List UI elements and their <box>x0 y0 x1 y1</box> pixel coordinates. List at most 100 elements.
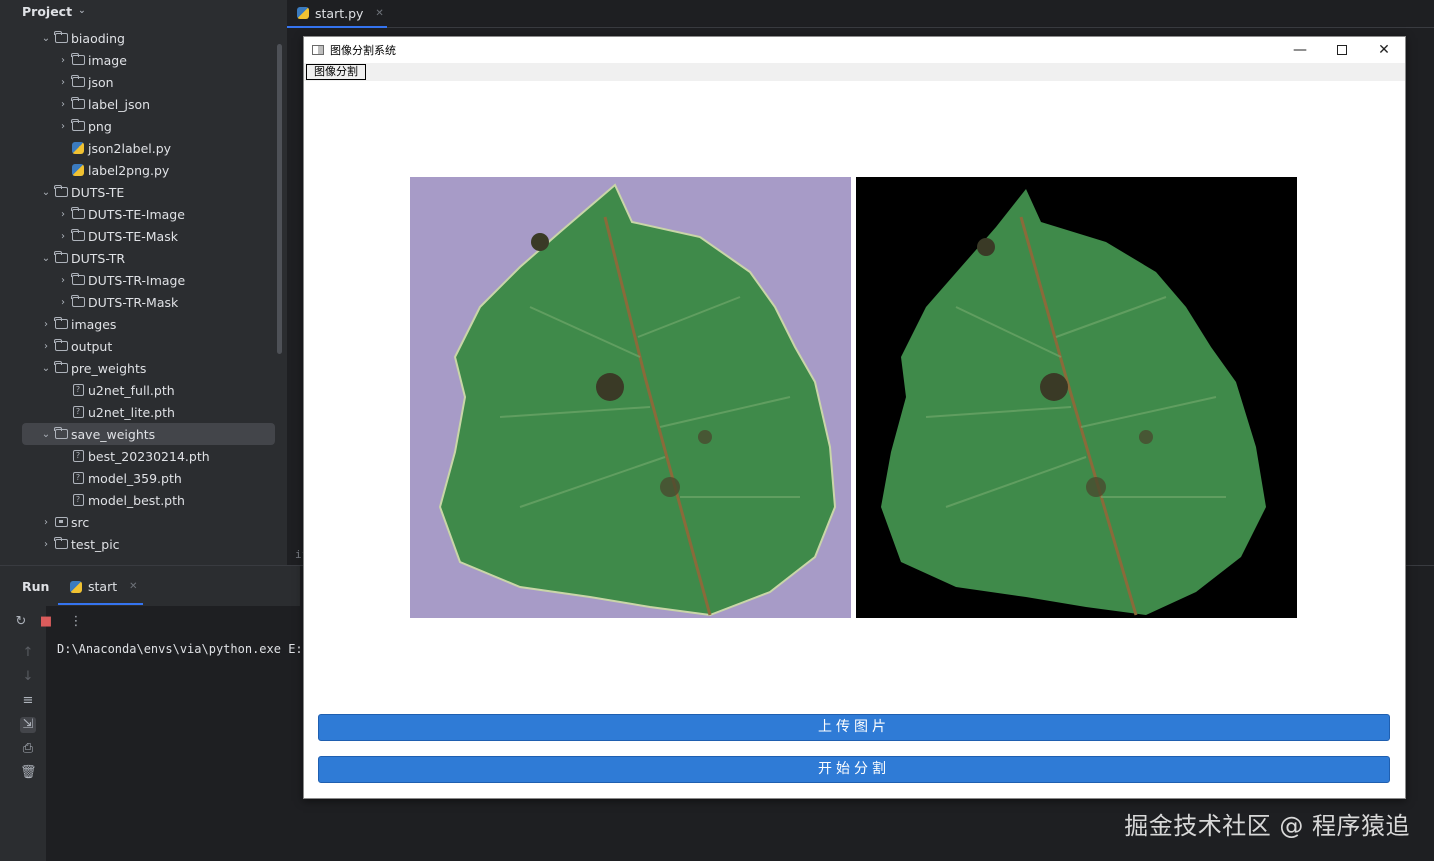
run-toolbar: ↻ ■ ⋮ ↑ ↓ ≡ ⇲ ⎙ 🗑 <box>0 606 83 861</box>
tree-item-label: images <box>71 316 117 332</box>
folder-icon <box>53 339 69 351</box>
run-tab-bar: Run start ✕ <box>0 566 300 606</box>
tree-item[interactable]: › json <box>0 71 287 93</box>
tree-item[interactable]: › label_json <box>0 93 287 115</box>
chevron-right-icon[interactable]: › <box>39 341 53 352</box>
menu-image-segmentation[interactable]: 图像分割 <box>306 64 366 80</box>
soft-wrap-icon[interactable]: ≡ <box>20 693 36 709</box>
tree-item-label: model_359.pth <box>88 470 182 486</box>
tree-item[interactable]: ? u2net_full.pth <box>0 379 287 401</box>
tree-item-label: best_20230214.pth <box>88 448 210 464</box>
tree-item-label: json2label.py <box>88 140 172 156</box>
run-tab-label: start <box>88 579 118 594</box>
minimize-icon[interactable]: — <box>1279 37 1321 63</box>
tree-item-label: png <box>88 118 112 134</box>
python-file-icon <box>297 7 309 19</box>
tree-item[interactable]: ⌄ save_weights <box>22 423 275 445</box>
tree-item-label: pre_weights <box>71 360 147 376</box>
folder-icon <box>70 273 86 285</box>
chevron-right-icon[interactable]: › <box>39 517 53 528</box>
folder-icon <box>53 185 69 197</box>
start-segmentation-button[interactable]: 开始分割 <box>318 756 1390 783</box>
scroll-down-icon[interactable]: ↓ <box>20 669 36 685</box>
tree-item[interactable]: ⌄ biaoding <box>0 27 287 49</box>
leaf-mask-graphic <box>881 189 1266 616</box>
tree-item[interactable]: › DUTS-TR-Mask <box>0 291 287 313</box>
tree-item[interactable]: label2png.py <box>0 159 287 181</box>
project-panel: Project ⌄ ⌄ biaoding › image › json › label_jso… <box>0 0 287 565</box>
tree-item-label: save_weights <box>71 426 156 442</box>
tree-item[interactable]: › image <box>0 49 287 71</box>
scroll-to-end-icon[interactable]: ⇲ <box>20 717 36 733</box>
project-scrollbar[interactable] <box>277 44 282 354</box>
run-tab-start[interactable]: start ✕ <box>70 579 138 594</box>
chevron-right-icon[interactable]: › <box>39 539 53 550</box>
tree-item-label: DUTS-TR <box>71 250 126 266</box>
chevron-right-icon[interactable]: › <box>56 209 70 220</box>
folder-icon <box>70 207 86 219</box>
tree-item[interactable]: › output <box>0 335 287 357</box>
tree-item[interactable]: ? model_best.pth <box>0 489 287 511</box>
chevron-down-icon[interactable]: ⌄ <box>39 187 53 198</box>
chevron-right-icon[interactable]: › <box>56 231 70 242</box>
more-options-icon[interactable]: ⋮ <box>68 614 84 630</box>
chevron-down-icon[interactable]: ⌄ <box>39 363 53 374</box>
close-icon[interactable]: ✕ <box>1363 37 1405 63</box>
tree-item[interactable]: › test_pic <box>0 533 287 555</box>
unknown-file-icon: ? <box>70 406 86 418</box>
tree-item-label: json <box>88 74 114 90</box>
unknown-file-icon: ? <box>70 472 86 484</box>
tree-item[interactable]: ? best_20230214.pth <box>0 445 287 467</box>
print-icon[interactable]: ⎙ <box>20 741 36 757</box>
chevron-down-icon[interactable]: ⌄ <box>39 33 53 44</box>
chevron-right-icon[interactable]: › <box>56 121 70 132</box>
trash-icon[interactable]: 🗑 <box>20 765 37 781</box>
chevron-right-icon[interactable]: › <box>56 99 70 110</box>
folder-icon <box>70 295 86 307</box>
chevron-right-icon[interactable]: › <box>56 297 70 308</box>
chevron-right-icon[interactable]: › <box>56 55 70 66</box>
chevron-down-icon[interactable]: ⌄ <box>78 6 86 16</box>
chevron-down-icon[interactable]: ⌄ <box>39 429 53 440</box>
unknown-file-icon: ? <box>70 494 86 506</box>
chevron-right-icon[interactable]: › <box>56 77 70 88</box>
tree-item[interactable]: ⌄ DUTS-TR <box>0 247 287 269</box>
tree-item[interactable]: ? u2net_lite.pth <box>0 401 287 423</box>
run-tab-indicator <box>58 603 143 605</box>
tree-item-label: DUTS-TE-Image <box>88 206 185 222</box>
run-panel-label: Run <box>22 579 50 594</box>
tree-item-label: label2png.py <box>88 162 170 178</box>
upload-image-button[interactable]: 上传图片 <box>318 714 1390 741</box>
tree-item[interactable]: ⌄ pre_weights <box>0 357 287 379</box>
tree-item[interactable]: ? model_359.pth <box>0 467 287 489</box>
project-header[interactable]: Project ⌄ <box>0 0 287 22</box>
tree-item-label: u2net_full.pth <box>88 382 175 398</box>
app-title: 图像分割系统 <box>330 44 396 57</box>
rerun-icon[interactable]: ↻ <box>13 614 29 630</box>
stop-icon[interactable]: ■ <box>38 614 54 630</box>
close-icon[interactable]: ✕ <box>129 581 137 592</box>
folder-icon <box>70 53 86 65</box>
folder-icon <box>70 97 86 109</box>
chevron-down-icon[interactable]: ⌄ <box>39 253 53 264</box>
tree-item[interactable]: › images <box>0 313 287 335</box>
scroll-up-icon[interactable]: ↑ <box>20 645 36 661</box>
chevron-right-icon[interactable]: › <box>39 319 53 330</box>
tree-item[interactable]: › png <box>0 115 287 137</box>
folder-icon <box>53 251 69 263</box>
maximize-icon[interactable] <box>1321 37 1363 63</box>
chevron-right-icon[interactable]: › <box>56 275 70 286</box>
segmented-image <box>856 177 1297 618</box>
tree-item[interactable]: json2label.py <box>0 137 287 159</box>
tree-item[interactable]: › src <box>0 511 287 533</box>
tree-item[interactable]: ⌄ DUTS-TE <box>0 181 287 203</box>
tree-item[interactable]: › DUTS-TE-Mask <box>0 225 287 247</box>
editor-tab-label: start.py <box>315 5 364 21</box>
close-icon[interactable]: ✕ <box>375 8 383 19</box>
tree-item[interactable]: › DUTS-TR-Image <box>0 269 287 291</box>
app-titlebar[interactable]: 图像分割系统 — ✕ <box>304 37 1405 63</box>
tree-item-label: DUTS-TR-Mask <box>88 294 179 310</box>
project-tree: ⌄ biaoding › image › json › label_json › png json2… <box>0 27 287 555</box>
editor-tab-start-py[interactable]: start.py ✕ <box>287 0 387 28</box>
tree-item[interactable]: › DUTS-TE-Image <box>0 203 287 225</box>
